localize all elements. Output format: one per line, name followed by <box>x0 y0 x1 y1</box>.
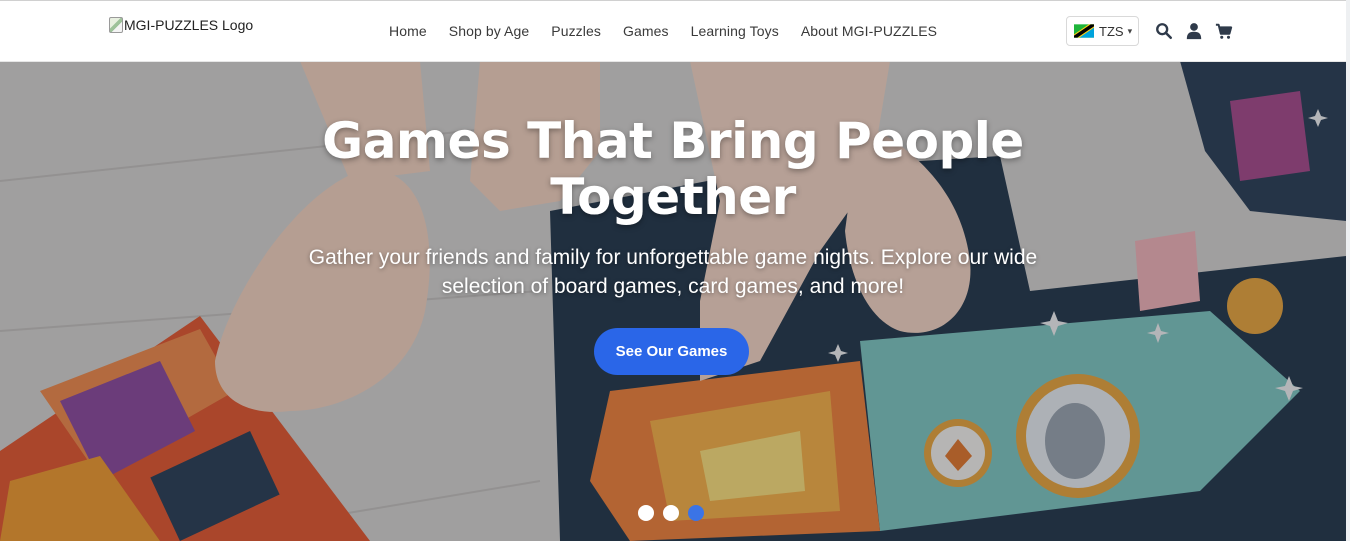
hero-title: Games That Bring People Together <box>322 112 1024 226</box>
nav-shop-by-age[interactable]: Shop by Age <box>449 23 530 39</box>
main-nav: Home Shop by Age Puzzles Games Learning … <box>389 1 959 61</box>
carousel-dot-1[interactable] <box>638 505 654 521</box>
currency-code: TZS <box>1099 23 1124 39</box>
search-icon[interactable] <box>1155 22 1173 40</box>
hero-subtitle: Gather your friends and family for unfor… <box>308 246 1038 298</box>
nav-home[interactable]: Home <box>389 23 427 39</box>
carousel-dot-3[interactable] <box>688 505 704 521</box>
nav-puzzles[interactable]: Puzzles <box>551 23 601 39</box>
cart-icon[interactable] <box>1215 22 1233 40</box>
site-logo[interactable]: MGI-PUZZLES Logo <box>109 17 253 37</box>
hero-banner: Games That Bring People Together Gather … <box>0 61 1346 541</box>
tanzania-flag-icon <box>1074 24 1094 38</box>
broken-image-icon <box>109 17 123 33</box>
see-our-games-button[interactable]: See Our Games <box>594 328 749 375</box>
nav-learning-toys[interactable]: Learning Toys <box>691 23 779 39</box>
user-icon[interactable] <box>1185 22 1203 40</box>
chevron-down-icon: ▾ <box>1127 25 1133 36</box>
carousel-dot-2[interactable] <box>663 505 679 521</box>
scrollbar-track[interactable] <box>1346 0 1350 541</box>
logo-alt-text: MGI-PUZZLES Logo <box>124 17 254 33</box>
site-header: MGI-PUZZLES Logo Home Shop by Age Puzzle… <box>0 1 1346 62</box>
nav-games[interactable]: Games <box>623 23 669 39</box>
currency-selector[interactable]: TZS ▾ <box>1066 16 1139 46</box>
carousel-indicators <box>638 505 704 521</box>
nav-about[interactable]: About MGI-PUZZLES <box>801 23 937 39</box>
